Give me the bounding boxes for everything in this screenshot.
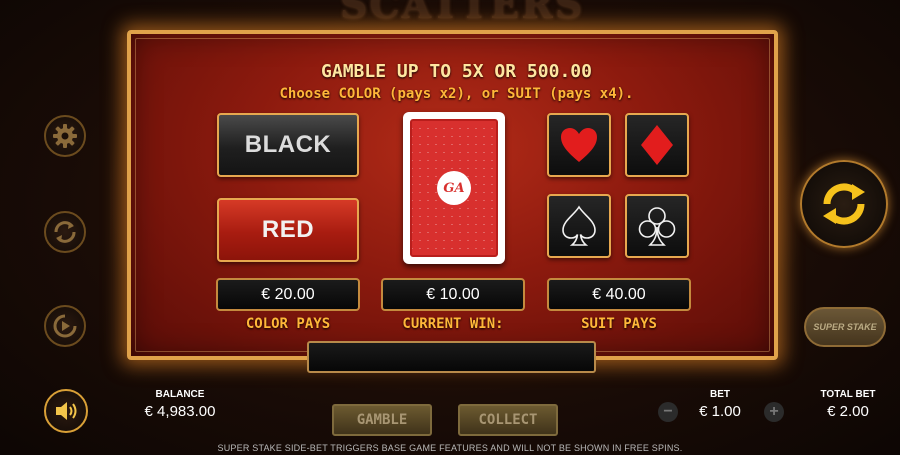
current-win-value: € 10.00 <box>381 278 525 311</box>
speaker-icon <box>56 402 77 420</box>
suit-pays-label: SUIT PAYS <box>581 316 657 332</box>
autoplay-icon <box>54 221 76 243</box>
turbo-icon <box>53 314 77 338</box>
suit-pays-value: € 40.00 <box>547 278 691 311</box>
autoplay-button[interactable] <box>44 211 86 253</box>
card-history-bar <box>307 341 596 373</box>
balance-label: BALANCE <box>155 389 205 400</box>
hearts-button[interactable] <box>547 113 611 177</box>
diamonds-icon <box>641 125 673 165</box>
clubs-button[interactable] <box>625 194 689 258</box>
footer-disclaimer: SUPER STAKE SIDE-BET TRIGGERS BASE GAME … <box>217 443 683 453</box>
card-logo: GA <box>437 171 471 205</box>
spin-button[interactable] <box>800 160 888 248</box>
sound-button[interactable] <box>44 389 88 433</box>
color-pays-value: € 20.00 <box>216 278 360 311</box>
black-button[interactable]: BLACK <box>217 113 359 177</box>
bet-decrease-button[interactable]: − <box>658 402 678 422</box>
spin-arrows-icon <box>823 183 865 225</box>
bet-label: BET <box>710 389 730 400</box>
bet-increase-button[interactable]: + <box>764 402 784 422</box>
game-logo: SCATTERS <box>340 0 585 27</box>
total-bet-label: TOTAL BET <box>820 389 876 400</box>
bet-value: € 1.00 <box>699 403 741 420</box>
balance-value: € 4,983.00 <box>144 403 216 420</box>
spades-icon <box>562 205 596 246</box>
clubs-icon <box>638 207 676 246</box>
gamble-panel: GAMBLE UP TO 5X OR 500.00 Choose COLOR (… <box>127 30 778 360</box>
gear-icon <box>53 124 77 148</box>
gamble-button[interactable]: GAMBLE <box>332 404 432 436</box>
gamble-subtitle: Choose COLOR (pays x2), or SUIT (pays x4… <box>279 86 634 102</box>
collect-button[interactable]: COLLECT <box>458 404 558 436</box>
face-down-card: GA <box>403 112 505 264</box>
settings-button[interactable] <box>44 115 86 157</box>
gamble-title: GAMBLE UP TO 5X OR 500.00 <box>321 61 592 82</box>
card-back: GA <box>410 119 498 257</box>
turbo-button[interactable] <box>44 305 86 347</box>
hearts-icon <box>561 128 597 162</box>
current-win-label: CURRENT WIN: <box>402 316 504 332</box>
diamonds-button[interactable] <box>625 113 689 177</box>
red-button[interactable]: RED <box>217 198 359 262</box>
total-bet-value: € 2.00 <box>827 403 869 420</box>
spades-button[interactable] <box>547 194 611 258</box>
super-stake-button[interactable]: SUPER STAKE <box>804 307 886 347</box>
color-pays-label: COLOR PAYS <box>245 316 331 332</box>
